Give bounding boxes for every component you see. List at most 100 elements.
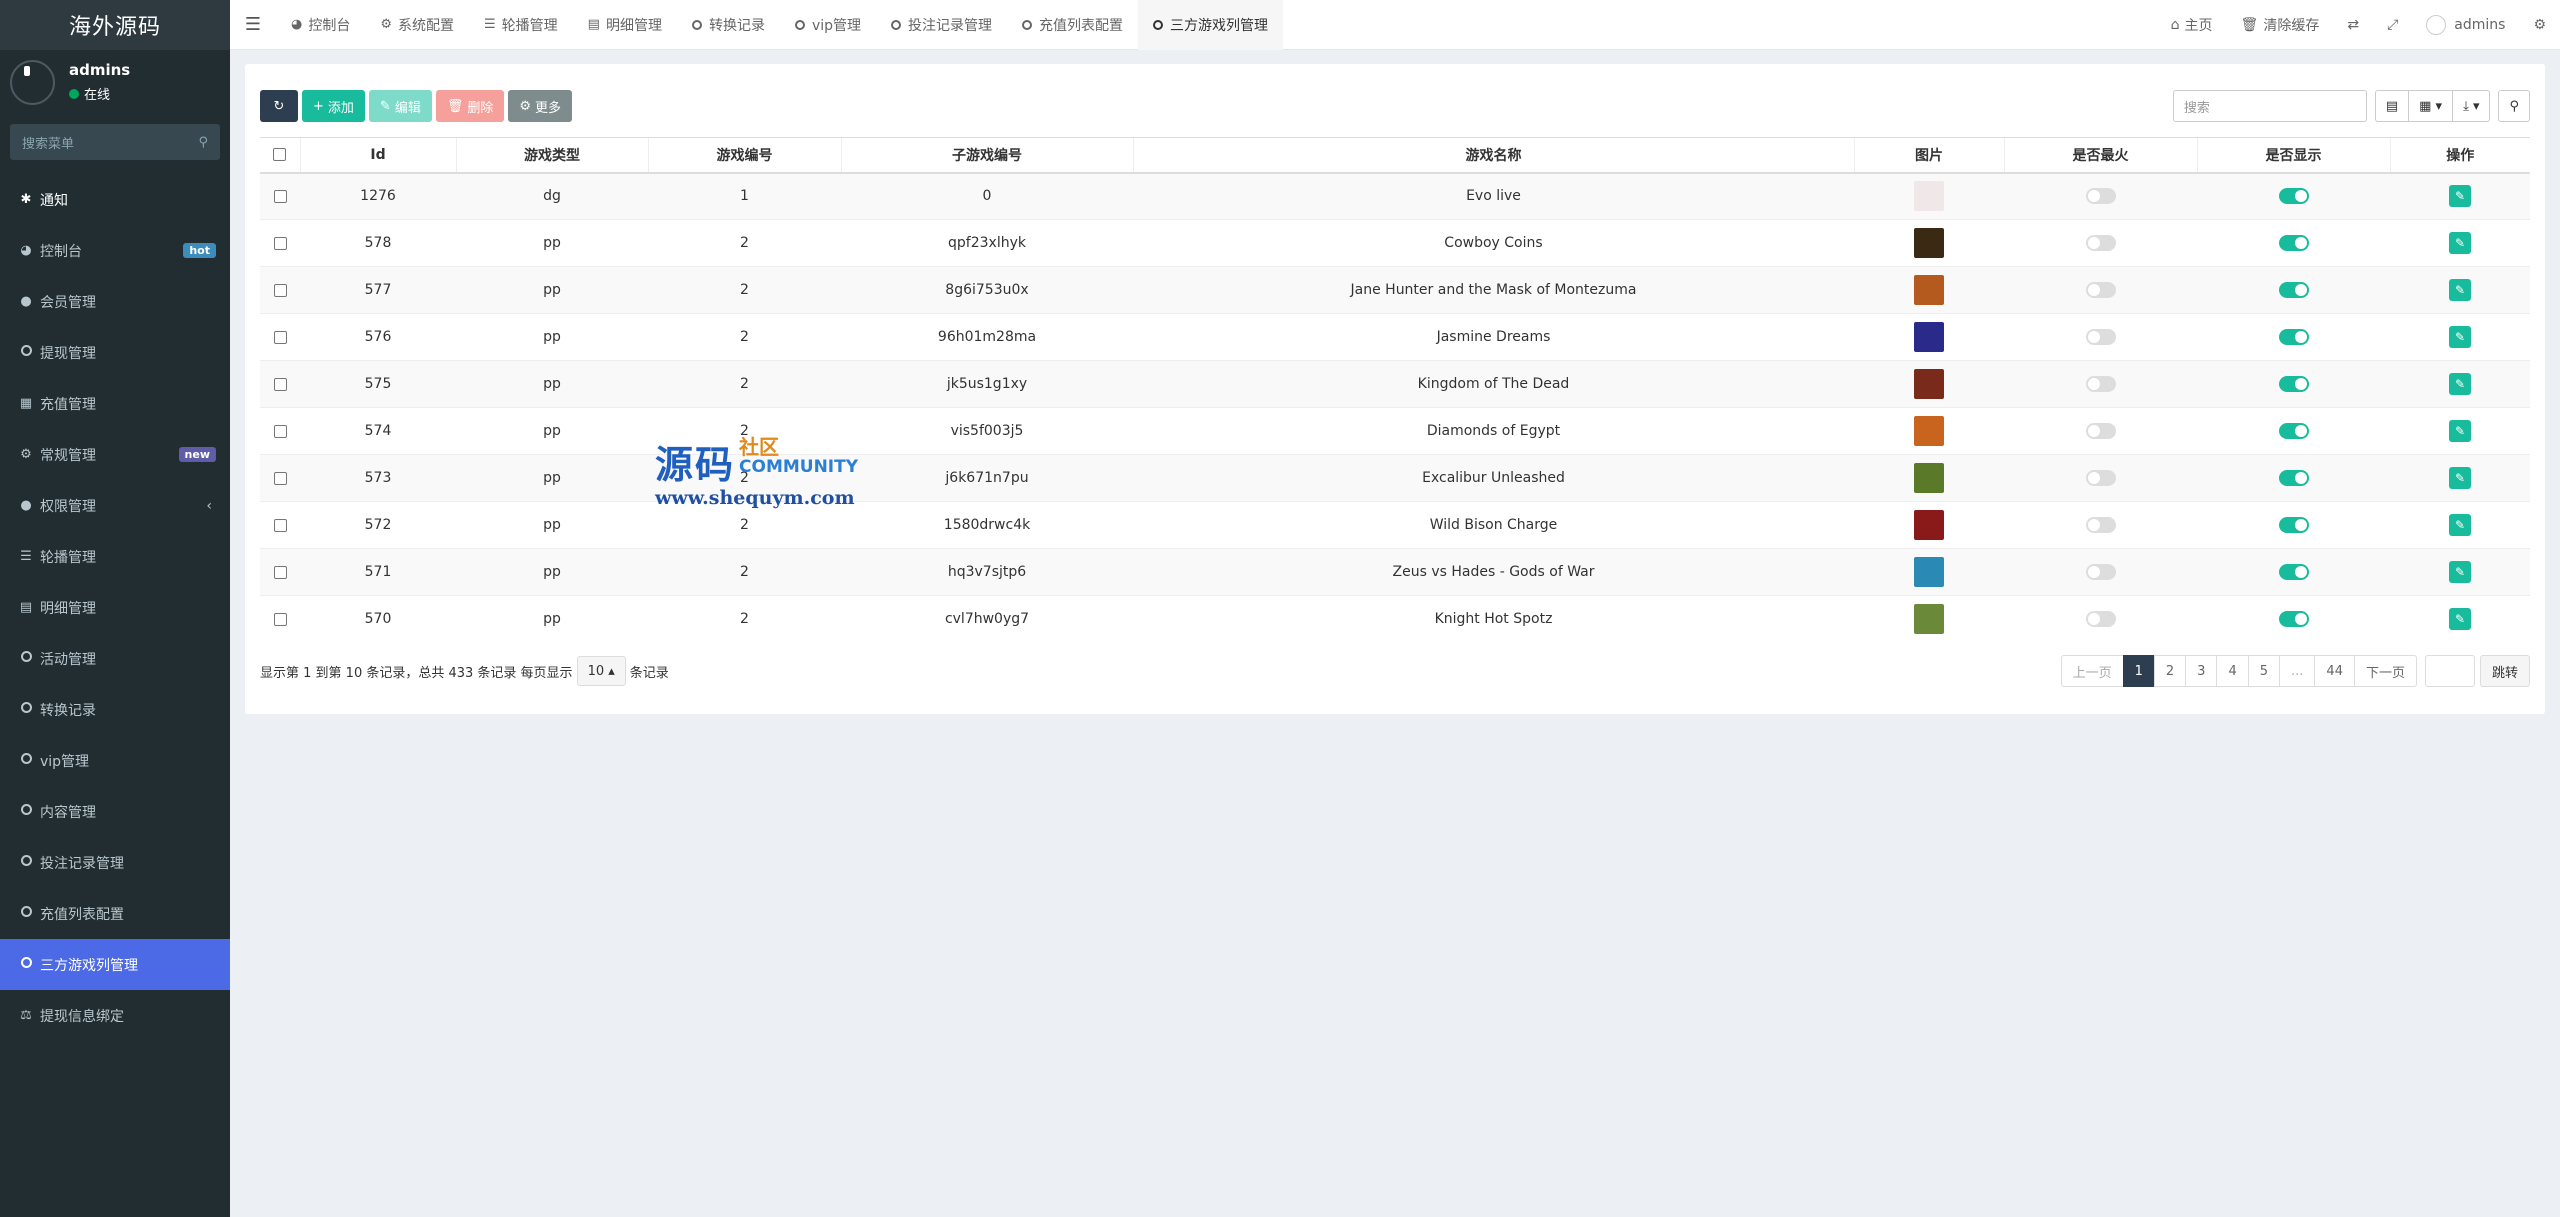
game-thumbnail[interactable] xyxy=(1914,463,1944,493)
edit-row-button[interactable]: ✎ xyxy=(2449,420,2471,442)
table-row[interactable]: 576 pp 2 96h01m28ma Jasmine Dreams ✎ xyxy=(260,313,2530,361)
tab-system-config[interactable]: ⚙ 系统配置 xyxy=(365,0,469,50)
table-row[interactable]: 570 pp 2 cvl7hw0yg7 Knight Hot Spotz ✎ xyxy=(260,595,2530,643)
tab-third-party-games[interactable]: 三方游戏列管理 xyxy=(1138,0,1284,50)
sidebar-item-withdraw[interactable]: 提现管理 xyxy=(0,327,230,378)
hot-toggle-switch[interactable] xyxy=(2085,423,2116,439)
column-header-is-hot[interactable]: 是否最火 xyxy=(2003,137,2197,174)
table-row[interactable]: 575 pp 2 jk5us1g1xy Kingdom of The Dead ✎ xyxy=(260,360,2530,408)
show-toggle-switch[interactable] xyxy=(2278,470,2309,486)
table-row[interactable]: 572 pp 2 1580drwc4k Wild Bison Charge ✎ xyxy=(260,501,2530,549)
add-button[interactable]: + 添加 xyxy=(302,90,365,122)
page-button[interactable]: 5 xyxy=(2247,655,2281,687)
show-toggle-switch[interactable] xyxy=(2278,564,2309,580)
row-checkbox[interactable] xyxy=(273,565,287,579)
row-checkbox[interactable] xyxy=(273,518,287,532)
edit-row-button[interactable]: ✎ xyxy=(2449,232,2471,254)
show-toggle-switch[interactable] xyxy=(2278,376,2309,392)
delete-button[interactable]: 🗑 删除 xyxy=(435,90,505,122)
sidebar-item-recharge[interactable]: ▦ 充值管理 xyxy=(0,378,230,429)
table-row[interactable]: 1276 dg 1 0 Evo live ✎ xyxy=(260,172,2530,220)
page-size-select[interactable]: 10 ▴ xyxy=(576,656,626,686)
jump-button[interactable]: 跳转 xyxy=(2479,655,2530,687)
page-button[interactable]: 2 xyxy=(2153,655,2187,687)
row-checkbox[interactable] xyxy=(273,283,287,297)
clear-cache-button[interactable]: 🗑 清除缓存 xyxy=(2227,15,2334,35)
show-toggle-switch[interactable] xyxy=(2278,235,2309,251)
sidebar-search-input[interactable]: 搜索菜单 ⚲ xyxy=(10,124,220,160)
show-toggle-switch[interactable] xyxy=(2278,611,2309,628)
tab-details[interactable]: ▤ 明细管理 xyxy=(573,0,677,50)
sidebar-item-withdraw-binding[interactable]: ⚖ 提现信息绑定 xyxy=(0,990,230,1041)
edit-row-button[interactable]: ✎ xyxy=(2449,373,2471,395)
column-header-id[interactable]: Id xyxy=(299,137,456,174)
edit-row-button[interactable]: ✎ xyxy=(2449,326,2471,348)
sidebar-item-members[interactable]: ● 会员管理 xyxy=(0,276,230,327)
jump-page-input[interactable] xyxy=(2424,655,2475,687)
edit-row-button[interactable]: ✎ xyxy=(2449,514,2471,536)
more-button[interactable]: ⚙ 更多 xyxy=(508,90,573,122)
hot-toggle-switch[interactable] xyxy=(2085,282,2116,298)
edit-button[interactable]: ✎ 编辑 xyxy=(368,90,432,122)
game-thumbnail[interactable] xyxy=(1914,604,1944,635)
columns-button[interactable]: ▦ ▾ xyxy=(2408,90,2453,122)
sidebar-item-bets[interactable]: 投注记录管理 xyxy=(0,837,230,888)
hot-toggle-switch[interactable] xyxy=(2085,235,2116,251)
show-toggle-switch[interactable] xyxy=(2278,423,2309,439)
language-icon[interactable]: ⇄ xyxy=(2333,17,2373,33)
next-page-button[interactable]: 下一页 xyxy=(2353,655,2417,687)
fullscreen-icon[interactable]: ⤢ xyxy=(2373,17,2412,33)
show-toggle-switch[interactable] xyxy=(2278,329,2309,345)
column-header-image[interactable]: 图片 xyxy=(1853,137,2004,174)
game-thumbnail[interactable] xyxy=(1914,510,1944,540)
sidebar-item-recharge-config[interactable]: 充值列表配置 xyxy=(0,888,230,939)
sidebar-item-general[interactable]: ⚙ 常规管理 new xyxy=(0,429,230,480)
column-header-game-no[interactable]: 游戏编号 xyxy=(647,137,841,174)
edit-row-button[interactable]: ✎ xyxy=(2449,185,2471,208)
table-row[interactable]: 577 pp 2 8g6i753u0x Jane Hunter and the Mask… xyxy=(260,266,2530,314)
row-checkbox[interactable] xyxy=(273,471,287,485)
sidebar-item-content[interactable]: 内容管理 xyxy=(0,786,230,837)
refresh-button[interactable]: ↻ xyxy=(260,90,298,122)
table-row[interactable]: 574 pp 2 vis5f003j5 Diamonds of Egypt ✎ xyxy=(260,407,2530,455)
sidebar-item-permissions[interactable]: ● 权限管理 ‹ xyxy=(0,480,230,531)
hot-toggle-switch[interactable] xyxy=(2085,517,2116,533)
sidebar-item-third-party-games[interactable]: 三方游戏列管理 xyxy=(0,939,230,990)
hot-toggle-switch[interactable] xyxy=(2085,376,2116,392)
tab-dashboard[interactable]: ◕ 控制台 xyxy=(276,0,365,50)
page-button[interactable]: 1 xyxy=(2122,655,2155,687)
show-toggle-switch[interactable] xyxy=(2278,282,2309,298)
home-link[interactable]: ⌂ 主页 xyxy=(2157,15,2227,35)
search-input[interactable]: 搜索 xyxy=(2172,90,2367,122)
row-checkbox[interactable] xyxy=(273,377,287,391)
row-checkbox[interactable] xyxy=(273,236,287,250)
tab-recharge-config[interactable]: 充值列表配置 xyxy=(1007,0,1138,50)
tab-carousel[interactable]: ☰ 轮播管理 xyxy=(469,0,573,50)
prev-page-button[interactable]: 上一页 xyxy=(2060,655,2124,687)
game-thumbnail[interactable] xyxy=(1914,369,1944,399)
settings-gear-icon[interactable]: ⚙ xyxy=(2519,17,2560,33)
brand-logo[interactable]: 海外源码 xyxy=(0,0,230,50)
row-checkbox[interactable] xyxy=(273,612,287,626)
hamburger-menu-icon[interactable]: ☰ xyxy=(230,14,276,35)
hot-toggle-switch[interactable] xyxy=(2085,188,2116,205)
game-thumbnail[interactable] xyxy=(1914,416,1944,446)
edit-row-button[interactable]: ✎ xyxy=(2449,561,2471,583)
table-row[interactable]: 571 pp 2 hq3v7sjtp6 Zeus vs Hades - Gods of … xyxy=(260,548,2530,596)
game-thumbnail[interactable] xyxy=(1914,228,1944,258)
table-row[interactable]: 573 pp 2 j6k671n7pu Excalibur Unleashed ✎ xyxy=(260,454,2530,502)
row-checkbox[interactable] xyxy=(273,330,287,344)
column-header-type[interactable]: 游戏类型 xyxy=(455,137,648,174)
show-toggle-switch[interactable] xyxy=(2278,517,2309,533)
sidebar-item-dashboard[interactable]: ◕ 控制台 hot xyxy=(0,225,230,276)
tab-bets[interactable]: 投注记录管理 xyxy=(876,0,1007,50)
game-thumbnail[interactable] xyxy=(1914,181,1944,212)
hot-toggle-switch[interactable] xyxy=(2085,329,2116,345)
export-button[interactable]: ⤓ ▾ xyxy=(2452,90,2491,122)
user-menu[interactable]: admins xyxy=(2412,14,2519,35)
search-toggle-button[interactable]: ⚲ xyxy=(2498,90,2530,122)
row-checkbox[interactable] xyxy=(273,189,287,203)
game-thumbnail[interactable] xyxy=(1914,322,1944,352)
column-header-game-name[interactable]: 游戏名称 xyxy=(1132,137,1854,174)
game-thumbnail[interactable] xyxy=(1914,275,1944,305)
